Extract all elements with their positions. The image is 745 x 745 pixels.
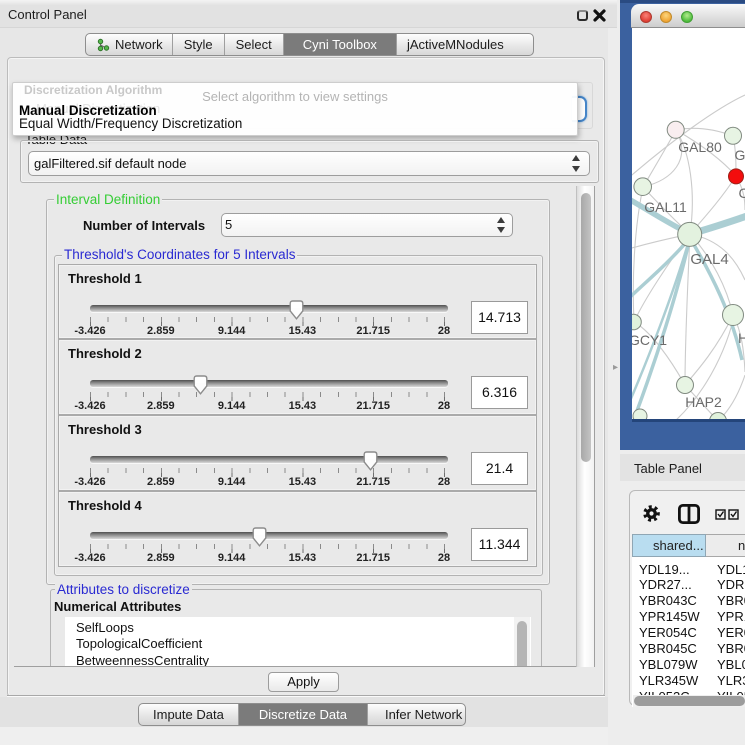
svg-text:GAL4: GAL4 <box>690 251 728 268</box>
svg-text:HAP2: HAP2 <box>685 394 722 410</box>
svg-text:GAL11: GAL11 <box>644 199 687 215</box>
svg-text:CA: CA <box>739 185 745 201</box>
svg-text:HI: HI <box>738 330 745 346</box>
svg-text:GCY1: GCY1 <box>632 332 667 348</box>
svg-text:GAL80: GAL80 <box>678 139 722 155</box>
svg-text:GA: GA <box>735 147 745 163</box>
